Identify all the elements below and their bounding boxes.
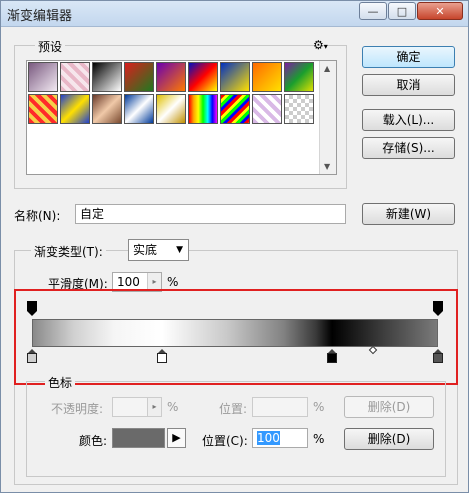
scroll-down-icon[interactable]: ▼ (324, 162, 330, 171)
color-stop[interactable] (327, 349, 338, 363)
preset-swatch[interactable] (220, 62, 250, 92)
save-button[interactable]: 存储(S)... (362, 137, 455, 159)
opacity-spin-icon[interactable]: ▸ (147, 398, 161, 416)
preset-swatch[interactable] (124, 94, 154, 124)
preset-scrollbar[interactable]: ▲ ▼ (319, 61, 336, 174)
color-position-label: 位置(C): (202, 434, 248, 448)
name-input[interactable]: 自定 (75, 204, 346, 224)
smoothness-unit: % (167, 275, 179, 289)
opacity-position-unit: % (313, 400, 325, 414)
scroll-up-icon[interactable]: ▲ (324, 64, 330, 73)
gradient-type-select[interactable]: 实底 ▼ (128, 239, 189, 261)
gear-icon[interactable]: ⚙▾ (313, 38, 328, 52)
title-bar: 渐变编辑器 — □ ✕ (1, 1, 468, 27)
color-position-value: 100 (257, 431, 280, 445)
opacity-position-label: 位置: (219, 402, 248, 416)
opacity-stop[interactable] (27, 301, 37, 316)
gradient-type-label: 渐变类型(T): (31, 243, 106, 260)
preset-swatch[interactable] (284, 62, 314, 92)
color-stop[interactable] (156, 349, 167, 363)
stops-group-label: 色标 (45, 374, 76, 391)
preset-swatch[interactable] (124, 62, 154, 92)
close-button[interactable]: ✕ (417, 2, 463, 20)
ok-button[interactable]: 确定 (362, 46, 455, 68)
color-picker-arrow-icon[interactable]: ▶ (167, 428, 186, 448)
chevron-down-icon: ▼ (176, 245, 183, 255)
preset-swatch[interactable] (92, 94, 122, 124)
color-label: 颜色: (79, 434, 108, 448)
preset-swatch[interactable] (188, 62, 218, 92)
preset-swatch[interactable] (92, 62, 122, 92)
preset-swatch[interactable] (284, 94, 314, 124)
minimize-button[interactable]: — (359, 2, 387, 20)
color-position-input[interactable]: 100 (252, 428, 308, 448)
window-title: 渐变编辑器 (7, 9, 73, 24)
preset-list[interactable]: ▲ ▼ (26, 60, 337, 175)
gradient-type-value: 实底 (133, 243, 158, 257)
cancel-button[interactable]: 取消 (362, 74, 455, 96)
color-stop[interactable] (433, 349, 443, 363)
maximize-button[interactable]: □ (388, 2, 416, 20)
preset-swatch[interactable] (60, 62, 90, 92)
gradient-editor-window: 渐变编辑器 — □ ✕ 预设 ⚙▾ ▲ ▼ 确定 取消 载入(L)... 存储(… (0, 0, 469, 493)
preset-swatch[interactable] (28, 94, 58, 124)
color-position-unit: % (313, 432, 325, 446)
preset-swatch[interactable] (188, 94, 218, 124)
color-swatch[interactable] (112, 428, 165, 448)
load-button[interactable]: 载入(L)... (362, 109, 455, 131)
presets-label: 预设 (35, 38, 66, 55)
opacity-label: 不透明度: (51, 402, 104, 416)
preset-swatch[interactable] (156, 94, 186, 124)
new-button[interactable]: 新建(W) (362, 203, 455, 225)
opacity-position-input[interactable] (252, 397, 308, 417)
opacity-unit: % (167, 400, 179, 414)
smoothness-value: 100 (117, 275, 140, 289)
color-stop[interactable] (27, 349, 37, 363)
preset-swatch[interactable] (156, 62, 186, 92)
name-label: 名称(N): (14, 209, 61, 223)
preset-swatch[interactable] (252, 94, 282, 124)
preset-swatch[interactable] (220, 94, 250, 124)
opacity-delete-button[interactable]: 删除(D) (344, 396, 434, 418)
gradient-preview-bar[interactable] (32, 319, 438, 347)
preset-swatch[interactable] (60, 94, 90, 124)
color-delete-button[interactable]: 删除(D) (344, 428, 434, 450)
preset-swatch[interactable] (252, 62, 282, 92)
preset-swatch[interactable] (28, 62, 58, 92)
opacity-input[interactable]: ▸ (112, 397, 162, 417)
opacity-stop[interactable] (433, 301, 443, 316)
